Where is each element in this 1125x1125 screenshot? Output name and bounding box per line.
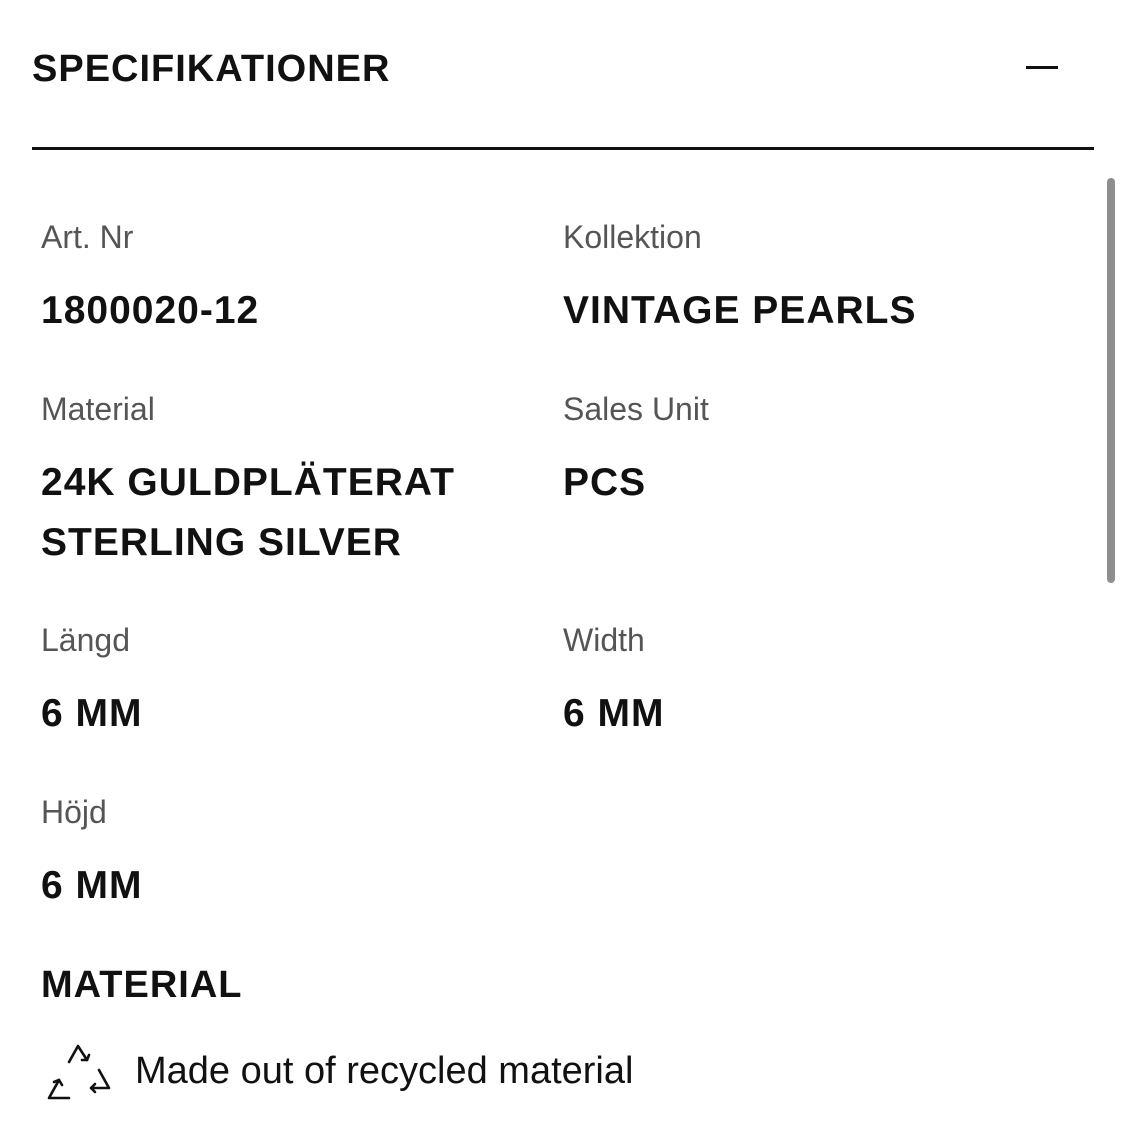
specs-header[interactable]: SPECIFIKATIONER bbox=[32, 40, 1094, 100]
recycled-material-row: Made out of recycled material bbox=[41, 1036, 941, 1112]
spec-langd: Längd 6 MM bbox=[41, 620, 143, 744]
spec-value-line: 24K GULDPLÄTERAT bbox=[41, 461, 455, 504]
collapse-button[interactable] bbox=[1022, 50, 1062, 86]
minus-icon bbox=[1026, 66, 1058, 69]
material-heading: MATERIAL bbox=[41, 964, 243, 1006]
recycled-material-text: Made out of recycled material bbox=[135, 1050, 634, 1092]
spec-label: Höjd bbox=[41, 794, 107, 830]
recycle-icon bbox=[47, 1044, 111, 1100]
spec-value: 1800020-12 bbox=[41, 289, 260, 332]
spec-value: VINTAGE PEARLS bbox=[563, 289, 917, 332]
scrollbar[interactable] bbox=[1107, 178, 1115, 583]
header-divider bbox=[32, 147, 1094, 150]
spec-width: Width 6 MM bbox=[563, 620, 665, 744]
spec-value: 24K GULDPLÄTERAT STERLING SILVER bbox=[41, 453, 455, 573]
spec-material: Material 24K GULDPLÄTERAT STERLING SILVE… bbox=[41, 389, 455, 573]
spec-label: Sales Unit bbox=[563, 391, 709, 427]
spec-art-nr: Art. Nr 1800020-12 bbox=[41, 217, 259, 341]
spec-label: Material bbox=[41, 391, 155, 427]
spec-value: PCS bbox=[563, 461, 647, 504]
spec-value: 6 MM bbox=[563, 692, 665, 735]
spec-label: Längd bbox=[41, 622, 130, 658]
spec-sales-unit: Sales Unit PCS bbox=[563, 389, 709, 513]
spec-label: Kollektion bbox=[563, 219, 702, 255]
section-title: SPECIFIKATIONER bbox=[32, 48, 391, 90]
spec-hojd: Höjd 6 MM bbox=[41, 792, 143, 916]
spec-label: Art. Nr bbox=[41, 219, 134, 255]
spec-value: 6 MM bbox=[41, 692, 143, 735]
spec-kollektion: Kollektion VINTAGE PEARLS bbox=[563, 217, 916, 341]
spec-label: Width bbox=[563, 622, 645, 658]
spec-value-line: STERLING SILVER bbox=[41, 521, 402, 564]
spec-value: 6 MM bbox=[41, 864, 143, 907]
